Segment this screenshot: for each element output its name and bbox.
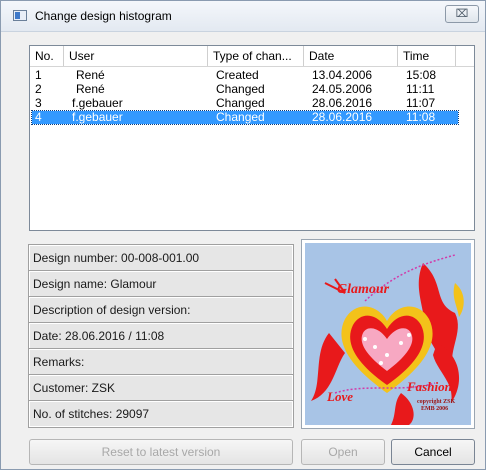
embroidery-preview-image: Glamour Love Fashion copyright ZSK EMB 2… <box>305 243 471 425</box>
row-date: 13.04.2006 <box>312 68 373 82</box>
column-header-date[interactable]: Date <box>304 46 398 66</box>
window-icon <box>13 10 27 21</box>
preview-text-fashion: Fashion <box>406 379 452 394</box>
window-title: Change design histogram <box>35 9 172 23</box>
row-user: René <box>76 82 105 96</box>
description-field: Description of design version: <box>28 296 294 324</box>
design-preview: Glamour Love Fashion copyright ZSK EMB 2… <box>301 239 475 429</box>
cancel-button[interactable]: Cancel <box>391 439 475 465</box>
stitches-field: No. of stitches: 29097 <box>28 400 294 428</box>
title-bar: Change design histogram ⌧ <box>1 1 485 32</box>
row-date: 28.06.2016 <box>312 110 373 124</box>
design-number-field: Design number: 00-008-001.00 <box>28 244 294 272</box>
table-row[interactable]: 3 f.gebauer Changed 28.06.2016 11:07 <box>32 97 458 110</box>
dialog-window: Change design histogram ⌧ No. User Type … <box>0 0 486 470</box>
preview-text-love: Love <box>326 389 353 404</box>
row-user: René <box>76 68 105 82</box>
row-no: 1 <box>35 68 42 82</box>
design-name-field: Design name: Glamour <box>28 270 294 298</box>
preview-text-glamour: Glamour <box>337 282 390 297</box>
open-button[interactable]: Open <box>301 439 385 465</box>
row-type: Changed <box>216 110 265 124</box>
column-header-no[interactable]: No. <box>30 46 64 66</box>
row-time: 11:11 <box>406 82 435 96</box>
row-date: 28.06.2016 <box>312 96 373 110</box>
row-time: 11:07 <box>406 96 436 110</box>
preview-copyright-1: copyright ZSK <box>417 399 456 405</box>
row-no: 4 <box>35 110 42 124</box>
row-time: 11:08 <box>406 110 436 124</box>
remarks-field: Remarks: <box>28 348 294 376</box>
date-field: Date: 28.06.2016 / 11:08 <box>28 322 294 350</box>
row-type: Changed <box>216 82 265 96</box>
customer-field: Customer: ZSK <box>28 374 294 402</box>
row-no: 3 <box>35 96 42 110</box>
column-header-user[interactable]: User <box>64 46 208 66</box>
row-no: 2 <box>35 82 42 96</box>
column-header-type[interactable]: Type of chan... <box>208 46 304 66</box>
history-list[interactable]: No. User Type of chan... Date Time 1 Ren… <box>29 45 475 231</box>
row-user: f.gebauer <box>72 110 123 124</box>
table-row[interactable]: 2 René Changed 24.05.2006 11:11 <box>32 83 458 96</box>
row-type: Changed <box>216 96 265 110</box>
list-header: No. User Type of chan... Date Time <box>30 46 474 67</box>
table-row[interactable]: 1 René Created 13.04.2006 15:08 <box>32 69 458 82</box>
column-header-filler <box>456 46 474 66</box>
row-time: 15:08 <box>406 68 437 82</box>
preview-copyright-2: EMB 2006 <box>421 406 448 412</box>
table-row-selected[interactable]: 4 f.gebauer Changed 28.06.2016 11:08 <box>31 110 459 125</box>
close-button[interactable]: ⌧ <box>445 5 479 23</box>
row-date: 24.05.2006 <box>312 82 373 96</box>
reset-to-latest-version-button[interactable]: Reset to latest version <box>29 439 293 465</box>
column-header-time[interactable]: Time <box>398 46 456 66</box>
row-type: Created <box>216 68 259 82</box>
row-user: f.gebauer <box>72 96 123 110</box>
